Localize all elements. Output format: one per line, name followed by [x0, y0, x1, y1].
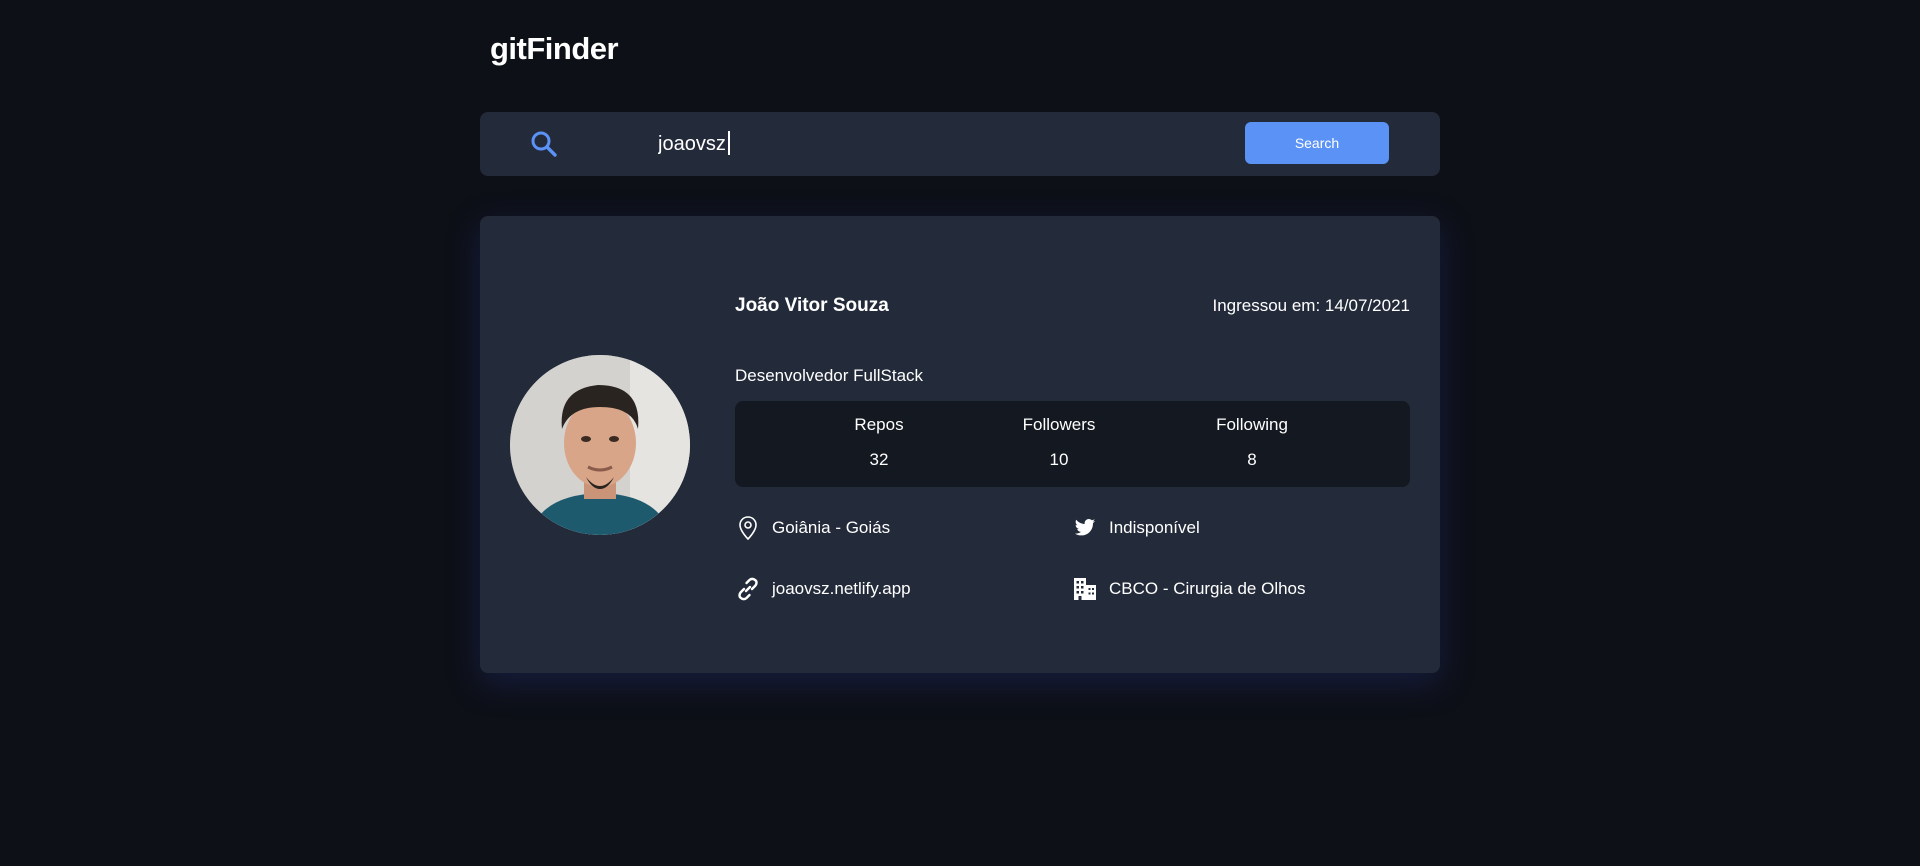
search-icon — [530, 130, 558, 158]
stat-repos: Repos 32 — [799, 415, 959, 470]
link-icon — [735, 576, 761, 602]
location-info: Goiânia - Goiás — [735, 515, 890, 541]
stat-label: Following — [1216, 415, 1288, 434]
company-info: CBCO - Cirurgia de Olhos — [1072, 576, 1306, 602]
stat-value: 8 — [1247, 450, 1257, 469]
search-input[interactable] — [658, 126, 1178, 162]
company-text: CBCO - Cirurgia de Olhos — [1109, 579, 1306, 598]
stat-label: Followers — [1022, 415, 1096, 434]
stat-following: Following 8 — [1172, 415, 1332, 470]
profile-card: João Vitor Souza Ingressou em: 14/07/202… — [480, 216, 1440, 673]
blog-link[interactable]: joaovsz.netlify.app — [772, 579, 911, 599]
stat-label: Repos — [854, 415, 904, 434]
map-pin-icon — [735, 515, 761, 541]
app-title: gitFinder — [490, 31, 619, 66]
user-bio: Desenvolvedor FullStack — [735, 366, 924, 385]
stats-panel: Repos 32 Followers 10 Following 8 — [735, 401, 1410, 487]
text-caret — [728, 131, 730, 155]
blog-info[interactable]: joaovsz.netlify.app — [735, 576, 911, 602]
location-text: Goiânia - Goiás — [772, 518, 891, 537]
stat-followers: Followers 10 — [979, 415, 1139, 470]
search-bar: Search — [480, 112, 1440, 176]
building-icon — [1072, 576, 1098, 602]
avatar — [510, 355, 690, 535]
user-name: João Vitor Souza — [735, 295, 889, 316]
stat-value: 10 — [1049, 450, 1069, 469]
twitter-text: Indisponível — [1109, 518, 1200, 537]
stat-value: 32 — [869, 450, 889, 469]
twitter-icon — [1072, 515, 1098, 541]
joined-date: Ingressou em: 14/07/2021 — [1212, 296, 1410, 315]
search-button[interactable]: Search — [1245, 122, 1389, 164]
twitter-info: Indisponível — [1072, 515, 1200, 541]
